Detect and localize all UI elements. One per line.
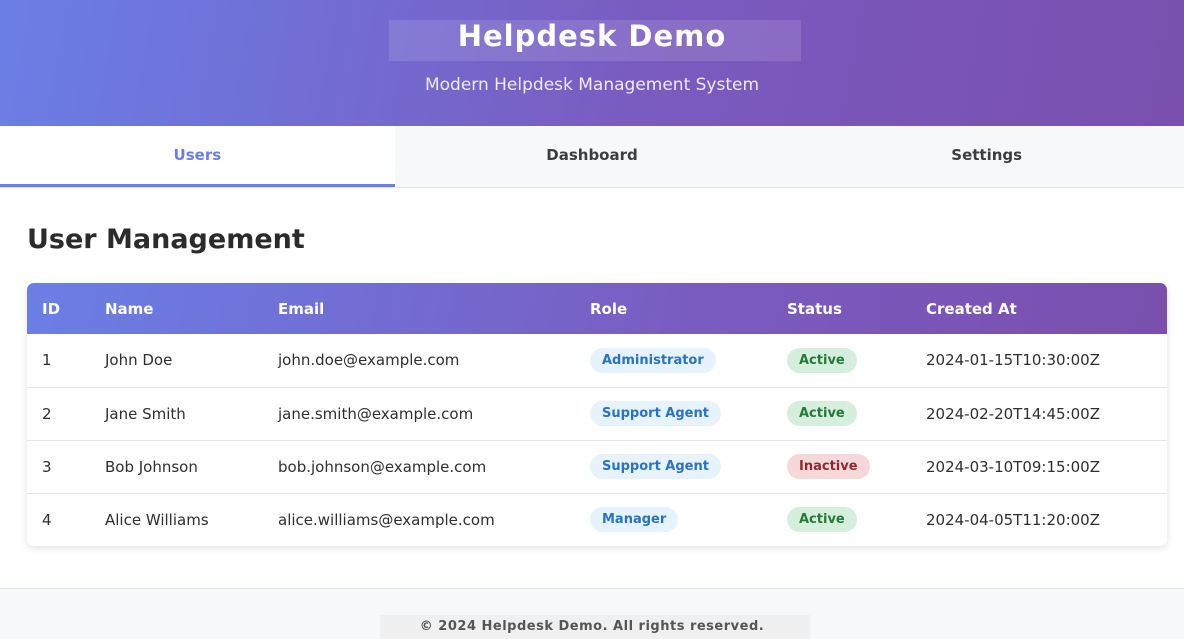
table-row[interactable]: 1 John Doe john.doe@example.com Administ…: [27, 334, 1167, 388]
column-header-role: Role: [590, 299, 628, 318]
status-badge: Active: [787, 507, 857, 533]
tab-dashboard[interactable]: Dashboard: [395, 126, 790, 187]
cell-email: john.doe@example.com: [263, 334, 575, 388]
users-table-card: ID Name Email Role Status Created At 1 J…: [27, 283, 1167, 546]
cell-role: Support Agent: [575, 440, 772, 494]
cell-role: Support Agent: [575, 387, 772, 441]
app-subtitle: Modern Helpdesk Management System: [424, 75, 760, 95]
cell-status: Active: [772, 493, 911, 546]
cell-created-at: 2024-04-05T11:20:00Z: [926, 510, 1100, 529]
tab-settings[interactable]: Settings: [789, 126, 1184, 187]
cell-email: alice.williams@example.com: [278, 510, 495, 529]
table-header-row: ID Name Email Role Status Created At: [27, 283, 1167, 334]
cell-id: 2: [27, 387, 90, 441]
role-badge: Support Agent: [590, 454, 721, 479]
cell-id: 3: [27, 440, 90, 494]
cell-email: jane.smith@example.com: [263, 387, 575, 441]
column-header-status: Status: [787, 299, 842, 318]
page-title: User Management: [27, 224, 305, 255]
app-header: Helpdesk Demo Modern Helpdesk Management…: [0, 0, 1184, 126]
table-row[interactable]: 3 Bob Johnson bob.johnson@example.com Su…: [27, 440, 1167, 494]
status-badge: Active: [787, 401, 857, 426]
status-badge: Active: [787, 347, 857, 373]
table-row[interactable]: 4 Alice Williams alice.williams@example.…: [27, 493, 1167, 546]
cell-created-at: 2024-01-15T10:30:00Z: [911, 334, 1167, 388]
main-tabs: Users Dashboard Settings: [0, 126, 1184, 188]
page-footer: © 2024 Helpdesk Demo. All rights reserve…: [0, 588, 1184, 639]
cell-created-at: 2024-03-10T09:15:00Z: [911, 440, 1167, 494]
footer-copyright: © 2024 Helpdesk Demo. All rights reserve…: [419, 619, 765, 634]
column-header-email: Email: [278, 299, 325, 318]
cell-role: Administrator: [575, 334, 772, 388]
column-header-created-at: Created At: [926, 299, 1017, 318]
tab-users[interactable]: Users: [0, 126, 395, 187]
column-header-name: Name: [105, 299, 154, 318]
cell-id: 1: [27, 334, 90, 388]
column-header-id: ID: [42, 299, 61, 318]
cell-name: John Doe: [90, 334, 263, 388]
cell-status: Inactive: [772, 440, 911, 494]
cell-email: bob.johnson@example.com: [263, 440, 575, 494]
cell-name: Bob Johnson: [90, 440, 263, 494]
cell-name: Alice Williams: [105, 510, 209, 529]
users-table: ID Name Email Role Status Created At 1 J…: [27, 283, 1167, 546]
cell-role: Manager: [575, 493, 772, 546]
app-title: Helpdesk Demo: [457, 19, 727, 53]
role-badge: Manager: [590, 507, 679, 533]
table-row[interactable]: 2 Jane Smith jane.smith@example.com Supp…: [27, 387, 1167, 441]
role-badge: Support Agent: [590, 401, 721, 426]
cell-status: Active: [772, 334, 911, 388]
status-badge: Inactive: [787, 454, 870, 479]
role-badge: Administrator: [590, 347, 716, 373]
cell-name: Jane Smith: [90, 387, 263, 441]
main-content: User Management ID Name Email Role Statu…: [0, 224, 1184, 546]
cell-created-at: 2024-02-20T14:45:00Z: [911, 387, 1167, 441]
cell-status: Active: [772, 387, 911, 441]
cell-id: 4: [42, 510, 52, 529]
